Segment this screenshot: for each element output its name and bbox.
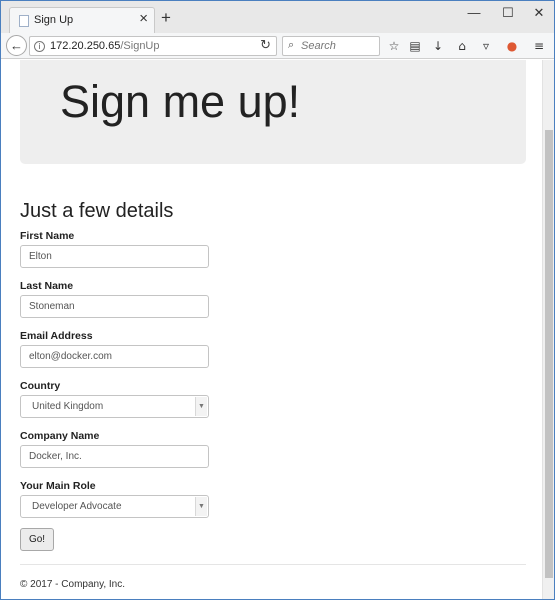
reload-icon[interactable]: ↻	[260, 38, 271, 53]
vertical-scrollbar[interactable]	[542, 60, 554, 599]
footer-text: © 2017 - Company, Inc.	[20, 579, 126, 590]
country-select[interactable]: United Kingdom ▼	[20, 395, 209, 418]
main-role-select[interactable]: Developer Advocate ▼	[20, 495, 209, 518]
first-name-input[interactable]: Elton	[20, 245, 209, 268]
last-name-input[interactable]: Stoneman	[20, 295, 209, 318]
star-icon[interactable]: ☆	[386, 38, 402, 54]
url-bar[interactable]: i 172.20.250.65/SignUp ↻	[29, 36, 277, 56]
extension-icon[interactable]: ●	[504, 38, 520, 54]
chevron-down-icon[interactable]: ▼	[195, 397, 207, 416]
close-window-button[interactable]: ✕	[524, 3, 554, 23]
divider	[20, 564, 526, 565]
url-path: /SignUp	[120, 40, 160, 52]
country-label: Country	[20, 380, 61, 392]
email-label: Email Address	[20, 330, 93, 342]
url-text: 172.20.250.65/SignUp	[50, 40, 160, 52]
search-placeholder: Search	[301, 40, 336, 52]
search-bar[interactable]: ⌕ Search	[282, 36, 380, 56]
tab-sign-up[interactable]: Sign Up ×	[9, 7, 155, 33]
title-bar: Sign Up × + — ☐ ✕	[1, 1, 554, 33]
minimize-button[interactable]: —	[459, 3, 489, 23]
new-tab-button[interactable]: +	[161, 9, 171, 27]
chevron-down-icon[interactable]: ▼	[195, 497, 207, 516]
menu-icon[interactable]: ≡	[531, 38, 547, 54]
navigation-bar: ← i 172.20.250.65/SignUp ↻ ⌕ Search ☆ ▤ …	[1, 33, 554, 59]
jumbotron: Sign me up!	[20, 60, 526, 164]
page-favicon-icon	[19, 15, 29, 27]
last-name-label: Last Name	[20, 280, 74, 292]
home-icon[interactable]: ⌂	[454, 38, 470, 54]
clipboard-icon[interactable]: ▤	[407, 38, 423, 54]
email-input[interactable]: elton@docker.com	[20, 345, 209, 368]
main-role-label: Your Main Role	[20, 480, 96, 492]
country-value: United Kingdom	[32, 401, 104, 412]
submit-button[interactable]: Go!	[20, 528, 54, 551]
url-host: 172.20.250.65	[50, 40, 121, 52]
section-title: Just a few details	[20, 200, 174, 222]
browser-window: Sign Up × + — ☐ ✕ ← i 172.20.250.65/Sign…	[0, 0, 555, 600]
download-icon[interactable]: ↓	[430, 38, 446, 54]
scrollbar-thumb[interactable]	[545, 130, 553, 578]
company-name-input[interactable]: Docker, Inc.	[20, 445, 209, 468]
maximize-button[interactable]: ☐	[493, 3, 523, 23]
page-content: Sign me up! Just a few details First Nam…	[1, 60, 542, 599]
search-icon: ⌕	[288, 38, 295, 51]
info-icon[interactable]: i	[34, 41, 45, 52]
back-arrow-icon: ←	[10, 38, 23, 53]
pocket-icon[interactable]: ▿	[478, 38, 494, 54]
first-name-label: First Name	[20, 230, 75, 242]
main-role-value: Developer Advocate	[32, 501, 122, 512]
tab-close-icon[interactable]: ×	[139, 11, 148, 27]
tab-title: Sign Up	[34, 14, 74, 26]
company-name-label: Company Name	[20, 430, 100, 442]
page-title: Sign me up!	[60, 76, 301, 127]
back-button[interactable]: ←	[6, 35, 27, 56]
